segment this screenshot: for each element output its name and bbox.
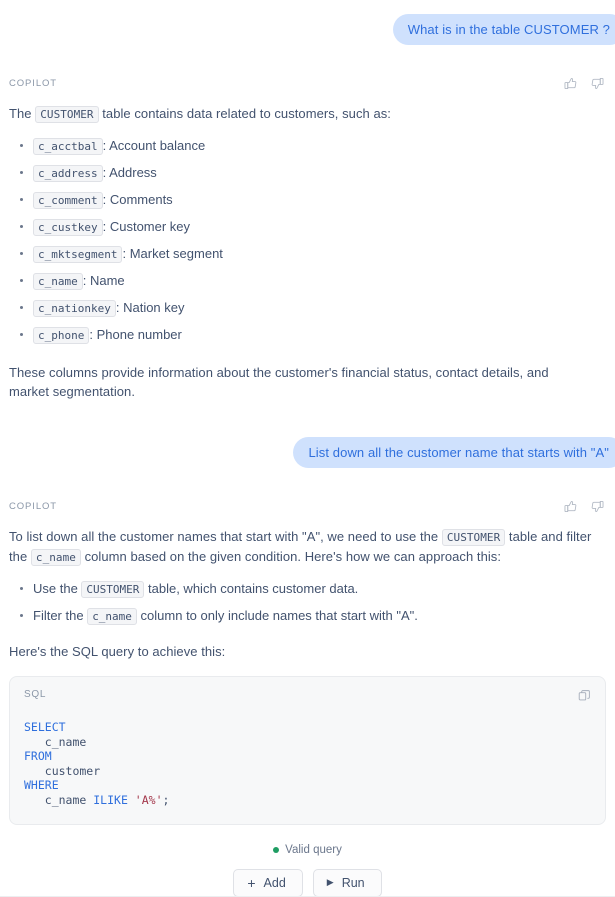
list-item: c_phone: Phone number — [9, 325, 606, 345]
list-item: c_name: Name — [9, 271, 606, 291]
intro-text-before: The — [9, 106, 36, 121]
user-message-row: List down all the customer name that sta… — [0, 401, 615, 468]
status-dot-icon — [273, 846, 280, 853]
list-item: c_address: Address — [9, 163, 606, 183]
play-icon: ▶ — [326, 877, 334, 888]
intro-text-after: table contains data related to customers… — [98, 106, 391, 121]
inline-code-column: c_custkey — [33, 219, 103, 236]
approach-step-list: Use the CUSTOMER table, which contains c… — [9, 579, 606, 626]
column-description: : Phone number — [89, 327, 182, 342]
column-description: : Nation key — [115, 300, 185, 315]
inline-code-table: CUSTOMER — [441, 529, 506, 546]
status-badge: Valid query — [285, 843, 342, 856]
inline-code-column: c_comment — [33, 192, 103, 209]
column-description: : Customer key — [102, 219, 191, 234]
inline-code-table: CUSTOMER — [35, 106, 99, 123]
sql-where-column: c_name — [24, 792, 94, 807]
list-item: Use the CUSTOMER table, which contains c… — [9, 579, 606, 599]
inline-code-column: c_name — [87, 608, 137, 625]
inline-code-column: c_name — [33, 273, 83, 290]
copilot-intro-paragraph: To list down all the customer names that… — [9, 527, 606, 567]
inline-code-column: c_acctbal — [33, 138, 103, 155]
list-item: c_mktsegment: Market segment — [9, 244, 606, 264]
copilot-summary-paragraph: These columns provide information about … — [9, 365, 549, 399]
thumbs-up-icon[interactable] — [564, 500, 577, 513]
inline-code-column: c_address — [33, 165, 103, 182]
column-description: : Address — [102, 165, 157, 180]
column-description: : Comments — [102, 192, 173, 207]
step-text-after: column to only include names that start … — [136, 608, 418, 623]
list-item: c_nationkey: Nation key — [9, 298, 606, 318]
column-list: c_acctbal: Account balance c_address: Ad… — [9, 136, 606, 345]
inline-code-column: c_mktsegment — [33, 246, 123, 263]
column-description: : Account balance — [102, 138, 206, 153]
sql-statement-terminator: ; — [162, 792, 170, 807]
copilot-response-2: COPILOT To list down all the customer na… — [0, 498, 615, 661]
user-message-row: What is in the table CUSTOMER ? — [0, 0, 615, 45]
copilot-label: COPILOT — [9, 77, 58, 89]
run-button-label: Run — [341, 875, 365, 890]
inline-code-column: c_phone — [33, 327, 90, 344]
step-text-after: table, which contains customer data. — [144, 581, 359, 596]
sql-code-block[interactable]: SELECT c_name FROM customer WHERE c_name… — [24, 720, 591, 808]
intro-text-part1: To list down all the customer names that… — [9, 529, 442, 544]
thumbs-up-icon[interactable] — [564, 77, 577, 90]
add-button-label: Add — [263, 875, 286, 890]
list-item: c_custkey: Customer key — [9, 217, 606, 237]
list-item: c_comment: Comments — [9, 190, 606, 210]
sql-string-literal: 'A%' — [127, 792, 163, 807]
bottom-divider — [0, 895, 615, 897]
plus-icon: + — [247, 874, 256, 891]
feedback-actions — [564, 77, 606, 90]
step-text-before: Filter the — [33, 608, 88, 623]
thumbs-down-icon[interactable] — [591, 500, 604, 513]
sql-intro-paragraph: Here's the SQL query to achieve this: — [9, 644, 226, 659]
copilot-label: COPILOT — [9, 500, 58, 512]
query-status-row: Valid query — [0, 844, 615, 856]
feedback-actions — [564, 500, 606, 513]
copilot-header: COPILOT — [9, 498, 606, 514]
sql-select-column: c_name — [24, 734, 87, 749]
sql-code-card: SQL SELECT c_name FROM customer WHERE c_… — [9, 676, 606, 825]
step-text-before: Use the — [33, 581, 82, 596]
run-button[interactable]: ▶ Run — [312, 868, 382, 897]
copilot-header: COPILOT — [9, 75, 606, 91]
copilot-intro-paragraph: The CUSTOMER table contains data related… — [9, 104, 606, 124]
user-message-bubble: What is in the table CUSTOMER ? — [392, 14, 615, 45]
inline-code-table: CUSTOMER — [81, 581, 145, 598]
intro-text-part3: column based on the given condition. Her… — [80, 549, 502, 564]
add-button[interactable]: + Add — [233, 868, 303, 897]
sql-card-header: SQL — [24, 689, 591, 702]
sql-keyword-from: FROM — [24, 749, 52, 764]
column-description: : Market segment — [122, 246, 223, 261]
chat-thread: What is in the table CUSTOMER ? COPILOT — [0, 0, 615, 897]
list-item: Filter the c_name column to only include… — [9, 606, 606, 626]
column-description: : Name — [82, 273, 125, 288]
inline-code-column: c_nationkey — [33, 300, 116, 317]
copilot-response-1: COPILOT The CUSTOMER table contains data… — [0, 75, 615, 401]
sql-keyword-ilike: ILIKE — [93, 792, 128, 807]
sql-language-label: SQL — [24, 689, 47, 700]
thumbs-down-icon[interactable] — [591, 77, 604, 90]
list-item: c_acctbal: Account balance — [9, 136, 606, 156]
copy-icon[interactable] — [578, 689, 591, 702]
sql-keyword-where: WHERE — [24, 778, 59, 793]
user-message-bubble: List down all the customer name that sta… — [293, 437, 615, 468]
query-actions-row: + Add ▶ Run — [0, 868, 615, 897]
sql-keyword-select: SELECT — [24, 720, 66, 734]
sql-from-table: customer — [24, 763, 101, 778]
inline-code-column: c_name — [30, 549, 81, 566]
